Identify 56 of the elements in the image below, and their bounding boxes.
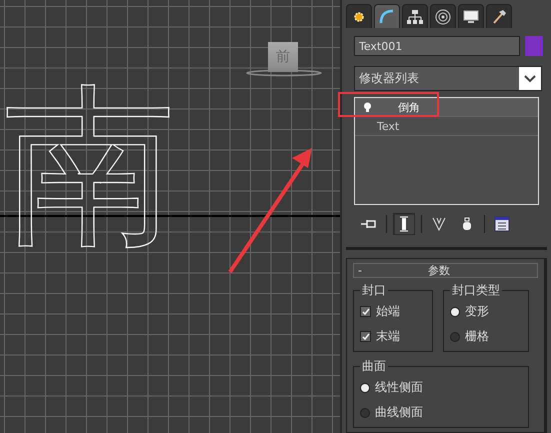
option-label: 栅格	[465, 328, 489, 345]
modifier-list-dropdown[interactable]: 修改器列表	[354, 66, 542, 91]
check-icon	[362, 332, 370, 340]
monitor-icon	[463, 10, 479, 24]
rollout-header[interactable]: - 参数	[353, 263, 538, 278]
rollout-title: 参数	[428, 263, 450, 278]
option-label: 末端	[376, 328, 400, 345]
bin-icon	[462, 217, 472, 232]
checkbox[interactable]	[360, 306, 371, 317]
sun-icon	[352, 10, 366, 24]
group-title: 曲面	[361, 358, 387, 375]
stack-tool-button[interactable]	[393, 213, 415, 236]
object-name-field[interactable]: Text001	[354, 36, 520, 56]
checkbox-option[interactable]: 末端	[360, 328, 426, 345]
radio-button[interactable]	[360, 408, 370, 418]
grid-window-icon	[494, 216, 510, 232]
panel-tab[interactable]	[486, 4, 512, 28]
radio-option[interactable]: 栅格	[450, 328, 522, 345]
panel-tab[interactable]	[430, 4, 456, 28]
modifier-label: 倒角	[398, 100, 420, 114]
modifier-stack-item[interactable]: 倒角	[355, 98, 538, 117]
modifier-label: Text	[377, 120, 400, 132]
checkbox[interactable]	[360, 331, 371, 342]
bar-icon	[400, 216, 408, 232]
fork-icon	[432, 217, 446, 232]
panel-tab[interactable]	[402, 4, 428, 28]
caret-icon	[524, 74, 536, 82]
viewport-grid[interactable]: 南 前	[0, 0, 340, 433]
panel-tab[interactable]	[374, 4, 400, 28]
radio-button[interactable]	[360, 382, 370, 392]
object-color-swatch[interactable]	[525, 36, 543, 56]
hammer-icon	[491, 8, 507, 24]
target-icon	[435, 8, 451, 24]
bulb-icon[interactable]	[363, 102, 372, 112]
radio-option[interactable]: 线性侧面	[360, 379, 522, 396]
radio-option[interactable]: 变形	[450, 303, 522, 320]
radio-option[interactable]: 曲线侧面	[360, 404, 522, 421]
hierarchy-icon	[407, 10, 423, 24]
option-label: 变形	[465, 303, 489, 320]
curve-icon	[379, 8, 395, 24]
pin-icon	[361, 219, 377, 230]
panel-tab[interactable]	[458, 4, 484, 28]
modifier-stack-item[interactable]: Text	[355, 117, 538, 136]
option-label: 线性侧面	[375, 379, 423, 396]
radio-button[interactable]	[450, 306, 460, 316]
group-title: 封口	[361, 282, 387, 299]
check-icon	[362, 308, 370, 316]
collapse-sign: -	[358, 264, 363, 277]
ring-icon[interactable]	[246, 69, 322, 77]
option-label: 曲线侧面	[375, 404, 423, 421]
group-title: 封口类型	[451, 282, 501, 299]
radio-button[interactable]	[450, 332, 460, 342]
shape-text-outline: 南	[4, 66, 176, 266]
panel-tab[interactable]	[346, 4, 372, 28]
checkbox-option[interactable]: 始端	[360, 303, 426, 320]
option-label: 始端	[376, 303, 400, 320]
